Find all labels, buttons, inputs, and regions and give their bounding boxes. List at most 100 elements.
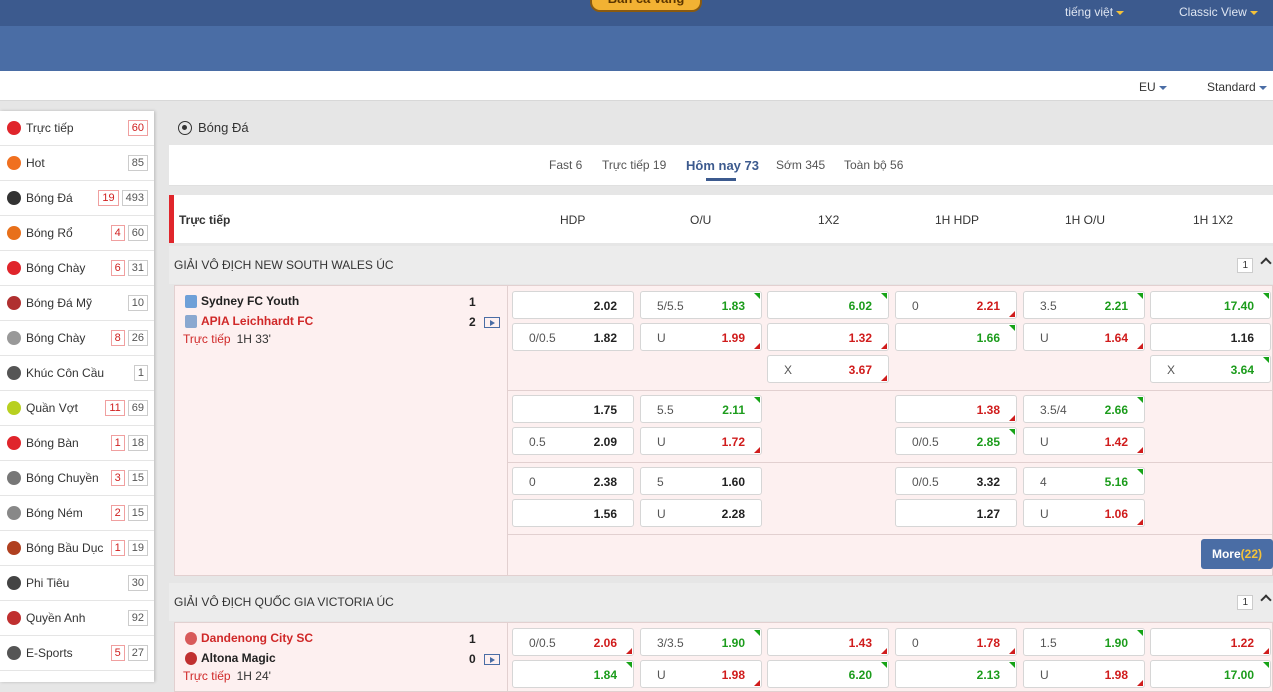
sidebar-item[interactable]: Bóng Bàn 1 18 — [0, 426, 154, 461]
odds-cell[interactable]: 0/0.5 3.32 — [895, 467, 1017, 495]
odds-cell[interactable]: U 1.98 — [1023, 660, 1145, 688]
sidebar-item[interactable]: Bóng Đá Mỹ 10 — [0, 286, 154, 321]
odds-cell[interactable]: 0.5 2.09 — [512, 427, 634, 455]
odds-cell[interactable]: 1.66 — [895, 323, 1017, 351]
odds-price: 1.22 — [1230, 636, 1254, 650]
odds-cell[interactable]: 0 2.38 — [512, 467, 634, 495]
odds-cell[interactable]: 2.13 — [895, 660, 1017, 688]
odds-cell[interactable]: 1.27 — [895, 499, 1017, 527]
odds-cell[interactable]: 1.56 — [512, 499, 634, 527]
league-header[interactable]: GIẢI VÔ ĐỊCH QUỐC GIA VICTORIA ÚC 1 — [169, 583, 1273, 621]
odds-cell[interactable]: 1.5 1.90 — [1023, 628, 1145, 656]
chevron-up-icon[interactable] — [1260, 594, 1272, 606]
odds-format-dropdown[interactable]: EU — [1139, 80, 1167, 94]
odds-price: 2.28 — [721, 507, 745, 521]
display-mode-dropdown[interactable]: Standard — [1207, 80, 1267, 94]
odds-line: 0/0.5 — [912, 475, 939, 489]
odds-cell[interactable]: 3/3.5 1.90 — [640, 628, 762, 656]
total-count-badge: 69 — [127, 400, 148, 416]
odds-cell[interactable]: 1.43 — [767, 628, 889, 656]
odds-cell[interactable]: 0 1.78 — [895, 628, 1017, 656]
boxing-glove-icon — [7, 611, 21, 625]
odds-cell[interactable]: 1.75 — [512, 395, 634, 423]
odds-price: 1.72 — [721, 435, 745, 449]
sidebar-item-label: Phi Tiêu — [26, 576, 70, 590]
odds-cell[interactable]: U 1.72 — [640, 427, 762, 455]
odds-cell[interactable]: U 1.64 — [1023, 323, 1145, 351]
chevron-up-icon[interactable] — [1260, 257, 1272, 269]
odds-cell[interactable]: 5.5 2.11 — [640, 395, 762, 423]
odds-cell[interactable]: 1.22 — [1150, 628, 1271, 656]
sidebar-item-label: Bóng Ném — [26, 506, 83, 520]
sidebar-item[interactable]: Bóng Bầu Dục 1 19 — [0, 531, 154, 566]
sidebar-item[interactable]: E-Sports 5 27 — [0, 636, 154, 671]
total-count-badge: 92 — [127, 610, 148, 626]
live-stream-icon[interactable] — [484, 654, 500, 665]
table-tennis-icon — [7, 436, 21, 450]
sidebar-item[interactable]: Quần Vợt 11 69 — [0, 391, 154, 426]
odds-line: 5/5.5 — [657, 299, 684, 313]
odds-cell[interactable]: 6.02 — [767, 291, 889, 319]
odds-cell[interactable]: U 1.99 — [640, 323, 762, 351]
odds-line: 0 — [912, 636, 919, 650]
odds-cell[interactable]: U 1.98 — [640, 660, 762, 688]
odds-price: 2.85 — [976, 435, 1000, 449]
odds-cell[interactable]: 3.5/4 2.66 — [1023, 395, 1145, 423]
odds-cell[interactable]: 1.16 — [1150, 323, 1271, 351]
col-1h-1x2: 1H 1X2 — [1193, 213, 1234, 227]
odds-cell[interactable]: 17.00 — [1150, 660, 1271, 688]
odds-cell[interactable]: 0/0.5 2.85 — [895, 427, 1017, 455]
odds-cell[interactable]: U 2.28 — [640, 499, 762, 527]
sidebar-item[interactable]: Bóng Rổ 4 60 — [0, 216, 154, 251]
odds-price: 1.64 — [1104, 331, 1128, 345]
odds-cell[interactable]: 3.5 2.21 — [1023, 291, 1145, 319]
sidebar-item[interactable]: Phi Tiêu 30 — [0, 566, 154, 601]
odds-cell[interactable]: X 3.67 — [767, 355, 889, 383]
more-markets-button[interactable]: More(22) — [1201, 539, 1273, 569]
away-team[interactable]: Altona Magic — [185, 651, 276, 665]
sidebar-item[interactable]: Hot 85 — [0, 146, 154, 181]
sidebar-item[interactable]: Bóng Chày 8 26 — [0, 321, 154, 356]
sidebar-item[interactable]: Bóng Chuyền 3 15 — [0, 461, 154, 496]
odds-cell[interactable]: 17.40 — [1150, 291, 1271, 319]
baseball-icon — [7, 261, 21, 275]
sidebar-item[interactable]: Bóng Ném 2 15 — [0, 496, 154, 531]
odds-cell[interactable]: 1.38 — [895, 395, 1017, 423]
sidebar-item[interactable]: Bóng Đá 19 493 — [0, 181, 154, 216]
tab-live[interactable]: Trực tiếp 19 — [602, 158, 666, 172]
away-score: 2 — [469, 315, 476, 329]
away-team[interactable]: APIA Leichhardt FC — [185, 314, 313, 328]
sidebar-item-label: Quần Vợt — [26, 401, 78, 415]
sidebar-item[interactable]: Quyền Anh 92 — [0, 601, 154, 636]
sidebar-item[interactable]: Bóng Chày 6 31 — [0, 251, 154, 286]
col-1x2: 1X2 — [818, 213, 840, 227]
view-mode-selector[interactable]: Classic View — [1179, 5, 1258, 19]
odds-cell[interactable]: 0/0.5 1.82 — [512, 323, 634, 351]
tab-today[interactable]: Hôm nay 73 — [686, 158, 759, 173]
odds-cell[interactable]: 0/0.5 2.06 — [512, 628, 634, 656]
home-team[interactable]: Dandenong City SC — [185, 631, 313, 645]
odds-cell[interactable]: U 1.42 — [1023, 427, 1145, 455]
language-selector[interactable]: tiếng việt — [1065, 5, 1125, 19]
tab-fast6[interactable]: Fast 6 — [549, 158, 582, 172]
odds-cell[interactable]: 1.84 — [512, 660, 634, 688]
odds-cell[interactable]: 0 2.21 — [895, 291, 1017, 319]
live-count-badge: 4 — [110, 225, 125, 241]
tab-all[interactable]: Toàn bộ 56 — [844, 158, 903, 172]
logo[interactable]: Bắn cá vàng — [590, 0, 702, 12]
odds-cell[interactable]: 6.20 — [767, 660, 889, 688]
match-time: 1H 33' — [236, 332, 271, 346]
league-header[interactable]: GIẢI VÔ ĐỊCH NEW SOUTH WALES ÚC 1 — [169, 246, 1273, 284]
sidebar-item[interactable]: Trực tiếp 60 — [0, 111, 154, 146]
sidebar-item[interactable]: Khúc Côn Cầu 1 — [0, 356, 154, 391]
live-stream-icon[interactable] — [484, 317, 500, 328]
home-team[interactable]: Sydney FC Youth — [185, 294, 299, 308]
odds-cell[interactable]: X 3.64 — [1150, 355, 1271, 383]
odds-cell[interactable]: 1.32 — [767, 323, 889, 351]
odds-cell[interactable]: 5/5.5 1.83 — [640, 291, 762, 319]
odds-cell[interactable]: 2.02 — [512, 291, 634, 319]
odds-cell[interactable]: U 1.06 — [1023, 499, 1145, 527]
tab-early[interactable]: Sớm 345 — [776, 158, 825, 172]
odds-cell[interactable]: 5 1.60 — [640, 467, 762, 495]
odds-cell[interactable]: 4 5.16 — [1023, 467, 1145, 495]
